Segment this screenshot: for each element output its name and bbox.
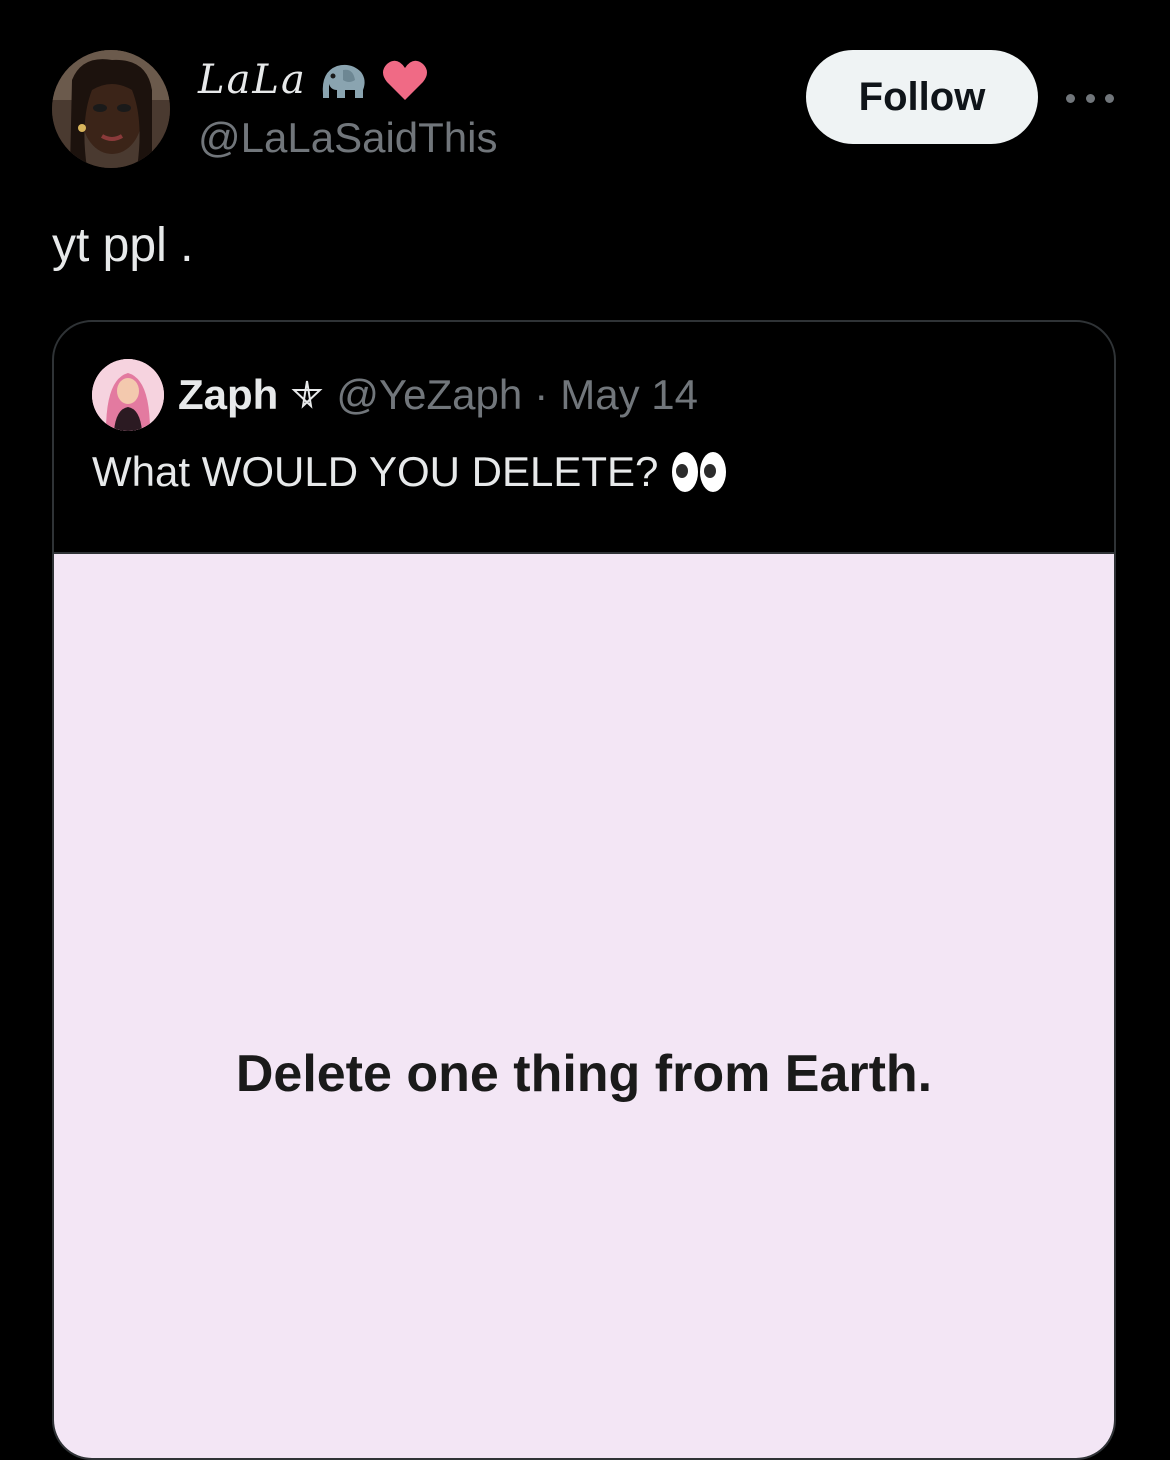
author-avatar[interactable] — [52, 50, 170, 168]
eye — [700, 452, 727, 492]
display-name-row[interactable]: LaLa — [198, 50, 431, 110]
separator: · — [534, 371, 549, 418]
dot — [1085, 93, 1095, 103]
quote-header: Zaph @YeZaph · May 14 — [92, 359, 698, 431]
quote-text: What WOULD YOU DELETE? — [92, 448, 659, 495]
quote-author-name[interactable]: Zaph — [178, 371, 278, 419]
heart-icon — [382, 60, 427, 100]
avatar-photo — [52, 50, 170, 168]
quote-avatar-photo — [92, 359, 164, 431]
display-name[interactable]: LaLa — [198, 57, 307, 103]
quote-avatar[interactable] — [92, 359, 164, 431]
eye — [672, 452, 699, 492]
dot — [1066, 93, 1075, 103]
quote-tweet-card[interactable]: Zaph @YeZaph · May 14 What WOULD YOU DEL… — [52, 320, 1116, 1460]
pentagram-icon — [291, 380, 323, 409]
quote-media-image[interactable]: Delete one thing from Earth. — [54, 552, 1114, 1458]
quote-text-row: What WOULD YOU DELETE? — [92, 448, 727, 496]
eyes-icon — [672, 452, 727, 492]
author-handle[interactable]: @LaLaSaidThis — [198, 114, 497, 162]
quote-date[interactable]: May 14 — [560, 371, 698, 419]
quote-author-handle[interactable]: @YeZaph — [336, 371, 522, 419]
tweet-text: yt ppl . — [52, 219, 194, 272]
elephant-icon — [322, 64, 365, 98]
dot — [1105, 93, 1114, 103]
follow-button[interactable]: Follow — [806, 50, 1038, 144]
media-caption: Delete one thing from Earth. — [235, 1045, 933, 1103]
more-options-icon[interactable] — [1066, 86, 1114, 110]
